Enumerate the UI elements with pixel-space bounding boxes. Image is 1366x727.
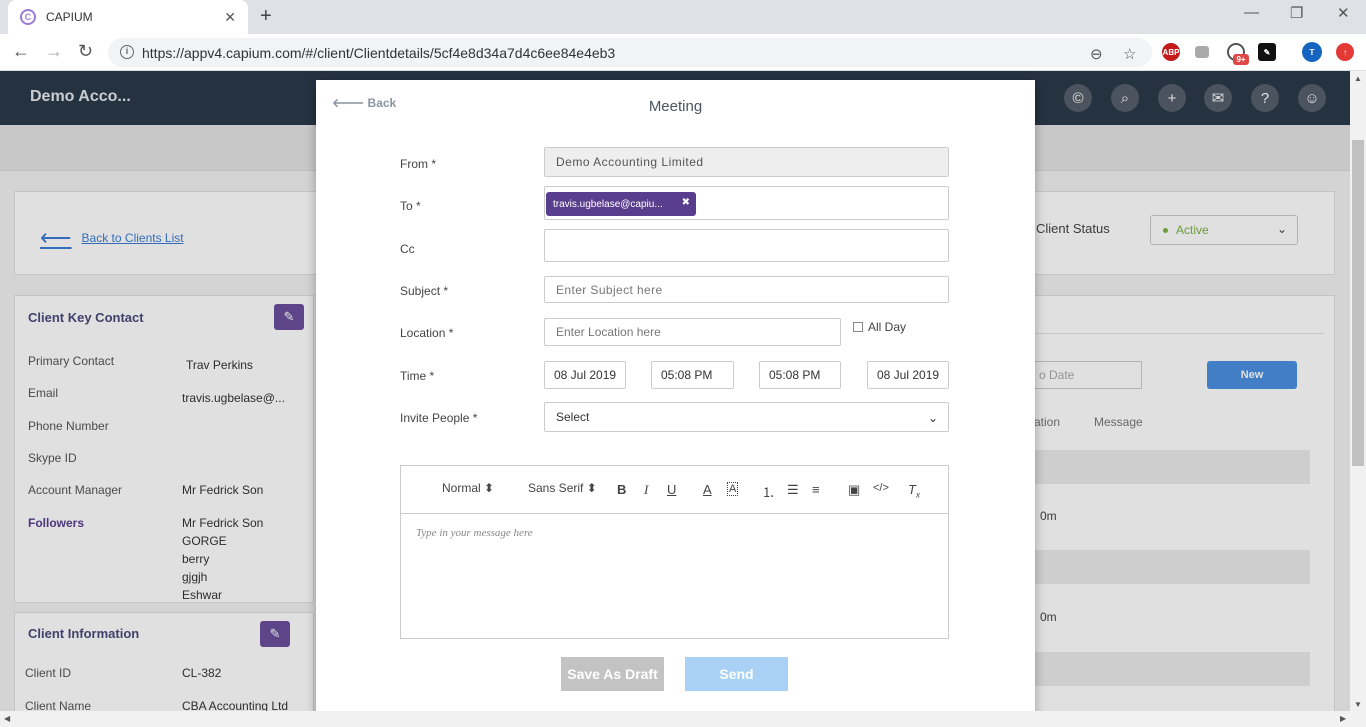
tab-title: CAPIUM (46, 10, 93, 24)
window-close-icon[interactable]: ✕ (1337, 4, 1350, 22)
capium-favicon-icon: C (20, 9, 36, 25)
from-field: Demo Accounting Limited (544, 147, 949, 177)
meeting-modal: 🡐 Back Meeting From * Demo Accounting Li… (316, 80, 1035, 727)
modal-title: Meeting (648, 98, 703, 115)
profile-avatar[interactable]: T (1302, 42, 1322, 62)
scroll-left-icon[interactable]: ◀ (4, 714, 10, 723)
recipient-chip-label: travis.ugbelase@capiu... (553, 198, 663, 210)
italic-icon[interactable]: I (644, 482, 648, 498)
back-nav-icon[interactable]: ← (12, 41, 30, 62)
reload-icon[interactable]: ↻ (78, 41, 93, 62)
align-icon[interactable]: ≡ (812, 482, 820, 497)
zoom-icon[interactable]: ⊖ (1090, 45, 1103, 63)
to-label: To * (400, 199, 421, 213)
browser-tab-bar: C CAPIUM ✕ + — ❐ ✕ (0, 0, 1366, 34)
new-tab-icon[interactable]: + (260, 5, 272, 28)
message-editor[interactable]: Type in your message here (400, 514, 949, 639)
editor-placeholder: Type in your message here (416, 527, 533, 539)
chevron-down-icon: ⌄ (927, 411, 938, 425)
vertical-scroll-thumb[interactable] (1352, 140, 1364, 466)
all-day-label: All Day (868, 320, 907, 334)
address-bar[interactable]: i https://appv4.capium.com/#/client/Clie… (108, 38, 1152, 67)
text-color-icon[interactable]: A (703, 482, 712, 497)
invite-select-value: Select (556, 410, 590, 424)
underline-icon[interactable]: U (667, 482, 676, 497)
save-as-draft-button[interactable]: Save As Draft (561, 657, 664, 691)
cc-label: Cc (400, 242, 415, 256)
time-label: Time * (400, 369, 435, 383)
start-date-input[interactable]: 08 Jul 2019 (544, 361, 626, 389)
browser-tab[interactable]: C CAPIUM ✕ (8, 0, 248, 34)
invite-label: Invite People * (400, 411, 478, 425)
background-color-icon[interactable]: A (727, 482, 739, 496)
subject-label: Subject * (400, 284, 449, 298)
forward-nav-icon[interactable]: → (45, 41, 63, 62)
all-day-checkbox[interactable]: All Day (853, 320, 906, 334)
clear-format-icon[interactable]: Tx (908, 482, 920, 500)
scroll-down-icon[interactable]: ▼ (1354, 700, 1362, 709)
format-select-label: Normal (442, 481, 481, 495)
site-info-icon[interactable]: i (120, 45, 134, 59)
cc-field[interactable] (544, 229, 949, 262)
end-time-input[interactable]: 05:08 PM (759, 361, 841, 389)
end-date-input[interactable]: 08 Jul 2019 (867, 361, 949, 389)
ordered-list-icon[interactable]: ⒈ (762, 482, 775, 501)
image-icon[interactable]: ▣ (848, 482, 860, 498)
scroll-right-icon[interactable]: ▶ (1340, 714, 1346, 723)
minimize-icon[interactable]: — (1244, 4, 1259, 21)
from-label: From * (400, 157, 436, 171)
url-text: https://appv4.capium.com/#/client/Client… (142, 44, 616, 61)
code-icon[interactable]: </> (873, 482, 889, 494)
bold-icon[interactable]: B (617, 482, 626, 497)
tab-close-icon[interactable]: ✕ (224, 9, 236, 26)
update-icon[interactable]: ↑ (1336, 43, 1354, 61)
invite-people-select[interactable]: Select ⌄ (544, 402, 949, 432)
adblock-extension-icon[interactable]: ABP (1162, 43, 1180, 61)
remove-chip-icon[interactable]: ✖ (682, 197, 690, 208)
start-time-input[interactable]: 05:08 PM (651, 361, 734, 389)
bookmark-star-icon[interactable]: ☆ (1123, 45, 1136, 63)
horizontal-scrollbar[interactable] (0, 711, 1366, 727)
font-select[interactable]: Sans Serif ⬍ (528, 481, 597, 495)
extension-badge: 9+ (1233, 54, 1249, 65)
pen-extension-icon[interactable]: ✎ (1258, 43, 1276, 61)
location-input[interactable]: Enter Location here (544, 318, 841, 346)
bullet-list-icon[interactable]: ☰ (787, 482, 799, 498)
location-label: Location * (400, 326, 454, 340)
scroll-up-icon[interactable]: ▲ (1354, 74, 1362, 83)
extension-icon[interactable] (1195, 46, 1209, 58)
send-button[interactable]: Send (685, 657, 788, 691)
format-select[interactable]: Normal ⬍ (442, 481, 494, 495)
restore-icon[interactable]: ❐ (1290, 4, 1303, 22)
editor-toolbar: Normal ⬍ Sans Serif ⬍ B I U A A ⒈ ☰ ≡ ▣ … (400, 465, 949, 514)
font-select-label: Sans Serif (528, 481, 584, 495)
checkbox-icon (853, 322, 863, 332)
recipient-chip[interactable]: travis.ugbelase@capiu... ✖ (546, 192, 696, 216)
subject-input[interactable]: Enter Subject here (544, 276, 949, 303)
